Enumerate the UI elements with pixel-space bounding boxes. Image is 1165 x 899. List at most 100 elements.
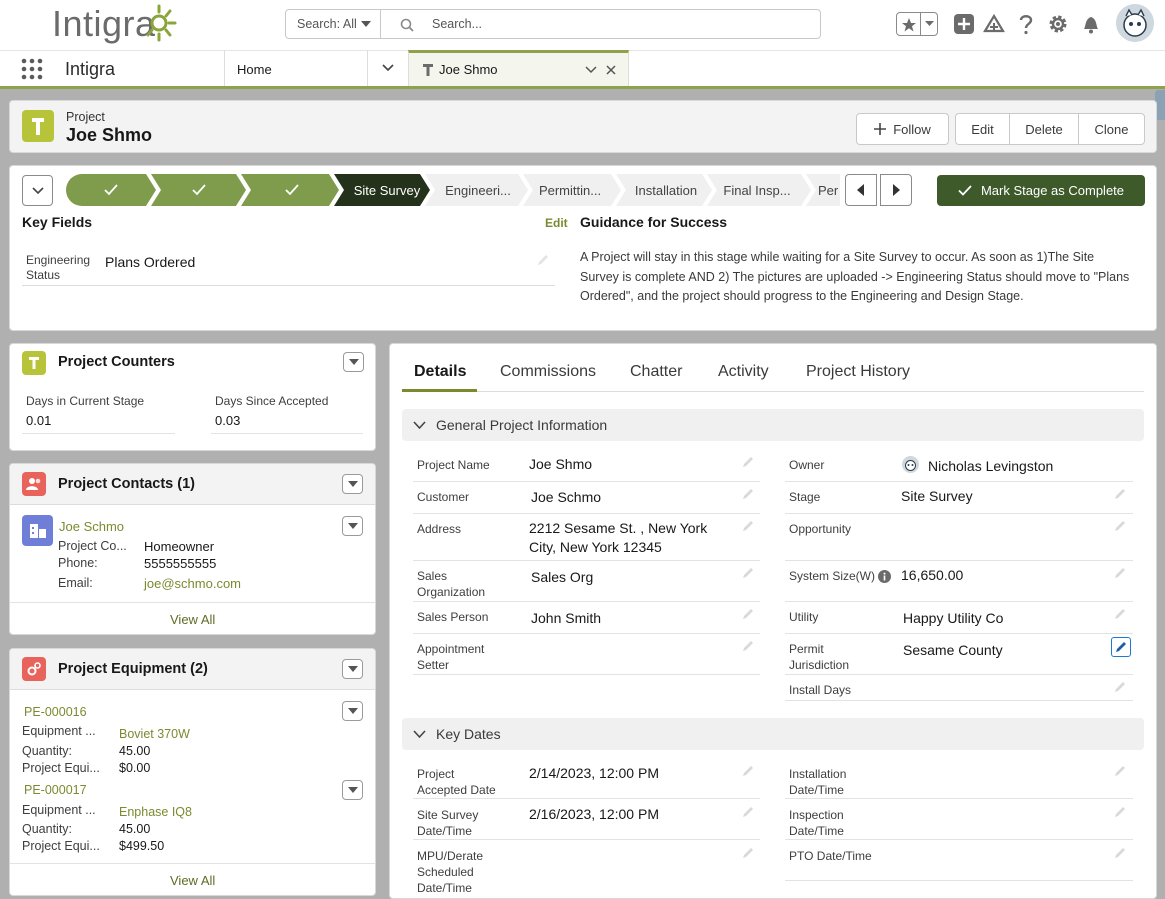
- row-menu-button[interactable]: [342, 516, 363, 536]
- equipment-type-link[interactable]: Enphase IQ8: [119, 805, 192, 819]
- path-next-button[interactable]: [880, 174, 912, 206]
- equipment-price-label: Project Equi...: [22, 761, 100, 775]
- equipment-type-link[interactable]: Boviet 370W: [119, 727, 190, 741]
- search-input[interactable]: Search...: [381, 9, 821, 39]
- owner-link[interactable]: Nicholas Levingston: [928, 457, 1053, 476]
- app-launcher-icon[interactable]: [21, 58, 43, 80]
- path-stage-complete-2[interactable]: [151, 174, 246, 206]
- equipment-icon: [22, 657, 46, 681]
- nav-tab-home[interactable]: Home: [224, 50, 368, 86]
- tab-chatter[interactable]: Chatter: [630, 363, 682, 381]
- search-scope-dropdown[interactable]: Search: All: [285, 9, 381, 39]
- chevron-down-icon: [382, 64, 394, 72]
- gear-icon[interactable]: [1047, 13, 1069, 35]
- tab-project-history[interactable]: Project History: [806, 363, 910, 381]
- row-menu-button[interactable]: [342, 701, 363, 721]
- nav-more-button[interactable]: [368, 50, 408, 86]
- pencil-icon[interactable]: [742, 640, 754, 652]
- tab-details[interactable]: Details: [414, 363, 466, 381]
- path-prev-button[interactable]: [845, 174, 877, 206]
- equipment-view-all-link[interactable]: View All: [170, 873, 215, 888]
- project-object-icon: [22, 110, 54, 142]
- pencil-icon[interactable]: [742, 456, 754, 468]
- divider: [413, 560, 760, 561]
- close-icon[interactable]: [606, 65, 616, 75]
- pencil-icon[interactable]: [742, 567, 754, 579]
- pencil-icon[interactable]: [742, 520, 754, 532]
- days-in-stage-label: Days in Current Stage: [26, 394, 145, 408]
- field-label: Customer: [417, 490, 470, 504]
- key-fields-edit-link[interactable]: Edit: [545, 216, 568, 230]
- tab-activity[interactable]: Activity: [718, 363, 769, 381]
- pencil-icon[interactable]: [742, 806, 754, 818]
- clone-button-label: Clone: [1094, 121, 1129, 137]
- active-tab-indicator: [402, 389, 477, 392]
- delete-button[interactable]: Delete: [1009, 113, 1079, 145]
- global-create-icon[interactable]: [953, 13, 975, 35]
- favorites-button[interactable]: [896, 12, 938, 36]
- divider: [413, 674, 760, 675]
- divider: [785, 481, 1133, 482]
- sales-org-link[interactable]: Sales Org: [531, 568, 593, 587]
- utility-link[interactable]: Happy Utility Co: [903, 609, 1003, 628]
- guidance-text: A Project will stay in this stage while …: [580, 250, 1130, 303]
- chevron-down-icon: [924, 21, 934, 26]
- notifications-bell-icon[interactable]: [1080, 13, 1102, 35]
- pencil-icon[interactable]: [1114, 847, 1126, 859]
- trailhead-icon[interactable]: [983, 13, 1005, 35]
- field-label: Installation Date/Time: [789, 767, 847, 797]
- follow-button-label: Follow: [893, 121, 931, 137]
- divider: [785, 798, 1133, 799]
- project-contacts-title: Project Contacts (1): [58, 476, 195, 492]
- sales-person-link[interactable]: John Smith: [531, 609, 601, 628]
- contact-email-link[interactable]: joe@schmo.com: [144, 576, 241, 591]
- nav-tab-record[interactable]: Joe Shmo: [408, 50, 629, 86]
- chevron-down-icon: [347, 666, 358, 672]
- path-stage-label: Permittin...: [539, 183, 601, 198]
- chevron-down-icon: [348, 359, 359, 365]
- info-icon[interactable]: [878, 570, 891, 583]
- card-menu-button[interactable]: [342, 474, 363, 494]
- tab-commissions[interactable]: Commissions: [500, 363, 596, 381]
- user-avatar[interactable]: [1116, 4, 1154, 42]
- equipment-type-label: Equipment ...: [22, 724, 96, 738]
- contact-name-link[interactable]: Joe Schmo: [59, 519, 124, 534]
- equipment-id-link[interactable]: PE-000017: [24, 783, 87, 797]
- section-key-dates-header[interactable]: Key Dates: [402, 718, 1144, 750]
- pencil-icon[interactable]: [742, 608, 754, 620]
- path-stage-complete-1[interactable]: [66, 174, 156, 206]
- contact-phone-value: 5555555555: [144, 556, 217, 571]
- chevron-down-icon[interactable]: [585, 66, 597, 74]
- section-general-header[interactable]: General Project Information: [402, 409, 1144, 441]
- pencil-icon[interactable]: [742, 488, 754, 500]
- pencil-icon[interactable]: [1114, 681, 1126, 693]
- permit-jurisdiction-link[interactable]: Sesame County: [903, 641, 1003, 660]
- clone-button[interactable]: Clone: [1078, 113, 1145, 145]
- pencil-icon[interactable]: [742, 765, 754, 777]
- mark-stage-complete-button[interactable]: Mark Stage as Complete: [937, 175, 1145, 206]
- pencil-icon[interactable]: [1114, 608, 1126, 620]
- pencil-icon[interactable]: [537, 254, 549, 266]
- card-menu-button[interactable]: [342, 659, 363, 679]
- help-icon[interactable]: [1017, 13, 1035, 35]
- pencil-icon[interactable]: [742, 847, 754, 859]
- project-equipment-title: Project Equipment (2): [58, 661, 208, 677]
- pencil-icon[interactable]: [1114, 488, 1126, 500]
- divider: [413, 798, 760, 799]
- edit-button[interactable]: Edit: [955, 113, 1010, 145]
- follow-button[interactable]: Follow: [856, 113, 949, 145]
- pencil-icon[interactable]: [1114, 567, 1126, 579]
- path-details-toggle[interactable]: [22, 175, 53, 206]
- contacts-view-all-link[interactable]: View All: [170, 612, 215, 627]
- plus-icon: [874, 123, 887, 135]
- pencil-icon[interactable]: [1114, 765, 1126, 777]
- path-stage-complete-3[interactable]: [241, 174, 339, 206]
- pencil-icon[interactable]: [1114, 806, 1126, 818]
- pencil-icon[interactable]: [1114, 520, 1126, 532]
- customer-link[interactable]: Joe Schmo: [531, 488, 601, 507]
- card-menu-button[interactable]: [343, 352, 364, 372]
- equipment-id-link[interactable]: PE-000016: [24, 705, 87, 719]
- nav-tab-home-label: Home: [237, 62, 272, 77]
- edit-field-button[interactable]: [1111, 637, 1131, 657]
- row-menu-button[interactable]: [342, 780, 363, 800]
